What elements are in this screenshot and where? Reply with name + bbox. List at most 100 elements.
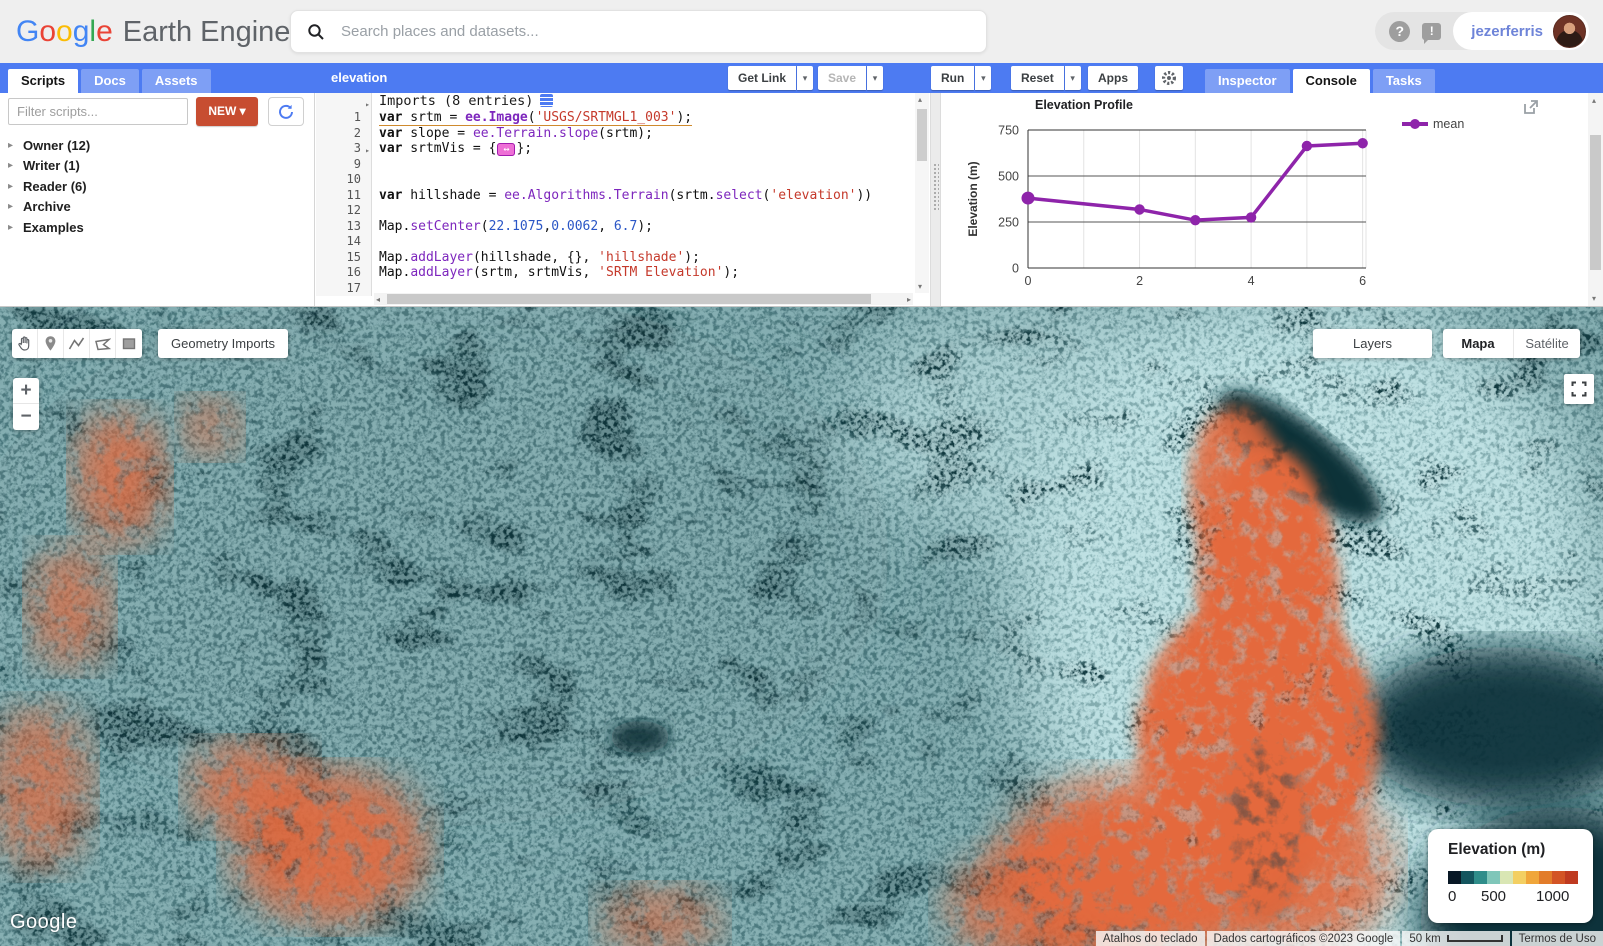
run-button[interactable]: Run <box>931 66 974 90</box>
rectangle-tool-button[interactable] <box>116 329 142 358</box>
point-tool-button[interactable] <box>38 329 64 358</box>
save-button[interactable]: Save <box>818 66 866 90</box>
code-line[interactable]: 16Map.addLayer(srtm, srtmVis, 'SRTM Elev… <box>316 265 930 281</box>
search-input[interactable] <box>341 12 961 51</box>
line-tool-button[interactable] <box>64 329 90 358</box>
editor-horizontal-scrollbar[interactable]: ◂ ▸ <box>374 293 913 305</box>
tab-scripts[interactable]: Scripts <box>8 69 78 93</box>
feedback-icon[interactable]: ! <box>1422 23 1441 40</box>
settings-button[interactable] <box>1155 66 1183 90</box>
drag-handle-icon[interactable] <box>933 163 939 211</box>
map-type-map-button[interactable]: Mapa <box>1443 329 1513 358</box>
tab-assets[interactable]: Assets <box>142 69 211 93</box>
scroll-right-icon[interactable]: ▸ <box>907 295 911 304</box>
fullscreen-button[interactable] <box>1564 374 1594 404</box>
scroll-left-icon[interactable]: ◂ <box>376 295 380 304</box>
refresh-icon <box>277 103 295 121</box>
geometry-imports-button[interactable]: Geometry Imports <box>158 329 288 358</box>
keyboard-shortcuts-link[interactable]: Atalhos do teclado <box>1096 931 1205 946</box>
expand-arrow-icon[interactable]: ▸ <box>8 181 16 192</box>
map-scale: 50 km <box>1402 931 1509 946</box>
imports-header-row[interactable]: ▸ Imports (8 entries) <box>316 93 930 110</box>
pan-tool-button[interactable] <box>12 329 38 358</box>
scroll-down-icon[interactable]: ▾ <box>1592 294 1596 303</box>
code-line[interactable]: 1var srtm = ee.Image('USGS/SRTMGL1_003')… <box>316 110 930 126</box>
tab-inspector[interactable]: Inspector <box>1205 69 1290 93</box>
layers-button[interactable]: Layers <box>1313 329 1432 358</box>
search-box[interactable] <box>290 10 987 53</box>
help-icon[interactable]: ? <box>1389 21 1410 42</box>
expand-arrow-icon[interactable]: ▸ <box>8 160 16 171</box>
legend-color-segment <box>1513 871 1526 884</box>
svg-text:Elevation (m): Elevation (m) <box>966 161 980 236</box>
zoom-in-button[interactable]: + <box>13 378 39 404</box>
refresh-button[interactable] <box>268 97 304 126</box>
code-line[interactable]: 2var slope = ee.Terrain.slope(srtm); <box>316 126 930 142</box>
code-token: )) <box>856 188 872 203</box>
expand-arrow-icon[interactable]: ▸ <box>8 222 16 233</box>
scrollbar-thumb[interactable] <box>917 109 927 161</box>
open-in-new-button[interactable] <box>1522 98 1540 116</box>
code-line[interactable]: 10 <box>316 172 930 188</box>
google-earth-engine-logo: GoogleEarth Engine <box>16 0 290 63</box>
scroll-up-icon[interactable]: ▴ <box>918 95 922 104</box>
tree-item-archive[interactable]: ▸Archive <box>8 197 90 218</box>
get-link-caret-icon[interactable]: ▾ <box>797 66 813 90</box>
code-text: Map.addLayer(hillshade, {}, 'hillshade')… <box>379 250 700 265</box>
tree-item-examples[interactable]: ▸ Examples <box>8 217 90 238</box>
tab-console[interactable]: Console <box>1293 69 1370 93</box>
terms-of-use-link[interactable]: Termos de Uso <box>1512 931 1603 946</box>
code-token: 'hillshade' <box>598 250 684 265</box>
code-line[interactable]: 9 <box>316 157 930 173</box>
scrollbar-thumb[interactable] <box>1590 135 1601 270</box>
legend-tick: 0 <box>1448 888 1456 905</box>
code-token: ); <box>637 219 653 234</box>
tab-tasks[interactable]: Tasks <box>1373 69 1435 93</box>
code-line[interactable]: 14 <box>316 234 930 250</box>
code-token: 0.0062 <box>551 219 598 234</box>
scrollbar-thumb[interactable] <box>387 294 871 304</box>
new-script-button[interactable]: NEW ▾ <box>196 97 258 126</box>
code-line[interactable]: 15Map.addLayer(hillshade, {}, 'hillshade… <box>316 250 930 266</box>
expand-arrow-icon[interactable]: ▸ <box>8 201 16 212</box>
reset-button[interactable]: Reset <box>1011 66 1064 90</box>
code-line[interactable]: 11var hillshade = ee.Algorithms.Terrain(… <box>316 188 930 204</box>
filter-scripts-input[interactable] <box>8 98 188 125</box>
tree-label: Examples <box>23 220 84 235</box>
polygon-tool-button[interactable] <box>90 329 116 358</box>
reset-caret-icon[interactable]: ▾ <box>1065 66 1081 90</box>
zoom-out-button[interactable]: − <box>13 404 39 430</box>
map-type-satellite-button[interactable]: Satélite <box>1513 329 1580 358</box>
expand-arrow-icon[interactable]: ▸ <box>8 140 16 151</box>
imports-gutter: ▸ <box>316 93 372 110</box>
code-editor[interactable]: ▸ Imports (8 entries) 1var srtm = ee.Ima… <box>316 93 930 306</box>
code-token: var <box>379 126 402 141</box>
polygon-icon <box>94 336 111 351</box>
code-token: select <box>716 188 763 203</box>
code-lines[interactable]: 1var srtm = ee.Image('USGS/SRTMGL1_003')… <box>316 110 930 296</box>
tree-item-reader[interactable]: ▸Reader (6) <box>8 176 90 197</box>
tab-docs[interactable]: Docs <box>81 69 139 93</box>
editor-vertical-scrollbar[interactable]: ▴ ▾ <box>915 93 929 293</box>
code-line[interactable]: 12 <box>316 203 930 219</box>
scroll-down-icon[interactable]: ▾ <box>918 282 922 291</box>
code-line[interactable]: 13Map.setCenter(22.1075,0.0062, 6.7); <box>316 219 930 235</box>
run-caret-icon[interactable]: ▾ <box>975 66 991 90</box>
save-caret-icon[interactable]: ▾ <box>867 66 883 90</box>
tree-item-writer[interactable]: ▸Writer (1) <box>8 156 90 177</box>
code-line[interactable]: 3▸var srtmVis = {↔}; <box>316 141 930 157</box>
map-canvas[interactable] <box>0 307 1603 946</box>
apps-button[interactable]: Apps <box>1088 66 1138 90</box>
new-caret-icon: ▾ <box>240 104 246 118</box>
scroll-up-icon[interactable]: ▴ <box>1592 96 1596 105</box>
console-vertical-scrollbar[interactable]: ▴ ▾ <box>1588 93 1603 306</box>
user-pill[interactable]: jezerferris <box>1453 12 1589 50</box>
svg-text:500: 500 <box>998 170 1019 184</box>
get-link-button[interactable]: Get Link <box>728 66 796 90</box>
collapsed-object-widget[interactable]: ↔ <box>497 143 515 156</box>
panel-splitter[interactable] <box>930 93 941 306</box>
avatar[interactable] <box>1553 15 1586 48</box>
imports-table-icon[interactable] <box>540 94 553 107</box>
tree-item-owner[interactable]: ▸Owner (12) <box>8 135 90 156</box>
code-token: Map. <box>379 265 410 280</box>
